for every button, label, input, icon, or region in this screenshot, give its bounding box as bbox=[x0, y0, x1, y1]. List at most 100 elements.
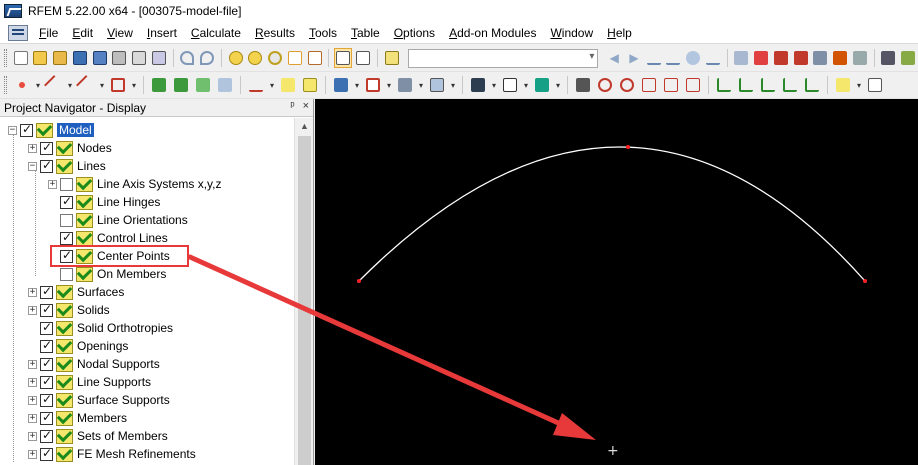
tree-item-members[interactable]: + Members bbox=[28, 409, 127, 427]
line-dropdown[interactable] bbox=[66, 75, 74, 95]
toolbar-grip[interactable] bbox=[4, 76, 7, 94]
expand-icon[interactable]: + bbox=[28, 431, 37, 441]
result-diagram-icon[interactable] bbox=[752, 48, 770, 68]
zoom-window-icon[interactable] bbox=[500, 75, 520, 95]
line-support-icon[interactable] bbox=[171, 75, 191, 95]
select-window-icon[interactable] bbox=[363, 75, 383, 95]
scroll-up-icon[interactable]: ▲ bbox=[295, 118, 314, 135]
checkbox-line-supports[interactable] bbox=[40, 374, 53, 389]
new-line-icon[interactable] bbox=[44, 75, 64, 95]
save-icon[interactable] bbox=[71, 48, 89, 68]
pin-icon[interactable]: ᵖ bbox=[290, 100, 294, 112]
view-x-icon[interactable] bbox=[714, 75, 734, 95]
result-table-icon[interactable] bbox=[772, 48, 790, 68]
tree-item-line-orientations[interactable]: Line Orientations bbox=[48, 211, 188, 229]
view-iso-icon[interactable] bbox=[468, 75, 488, 95]
print-report-icon[interactable] bbox=[130, 48, 148, 68]
tree-item-sets-of-members[interactable]: + Sets of Members bbox=[28, 427, 168, 445]
expand-icon[interactable]: + bbox=[28, 413, 37, 423]
guideline-icon[interactable] bbox=[278, 75, 298, 95]
zoom-all-icon[interactable] bbox=[595, 75, 615, 95]
menu-window[interactable]: Window bbox=[543, 22, 600, 44]
zoom-out-icon[interactable] bbox=[617, 75, 637, 95]
menu-options[interactable]: Options bbox=[387, 22, 442, 44]
checkbox-sets-of-members[interactable] bbox=[40, 428, 53, 443]
new-file-icon[interactable] bbox=[12, 48, 30, 68]
checkbox-surfaces[interactable] bbox=[40, 284, 53, 299]
result-values-icon[interactable] bbox=[286, 48, 304, 68]
view-eye-icon[interactable] bbox=[684, 48, 702, 68]
rotate-view-icon[interactable] bbox=[532, 75, 552, 95]
node-dropdown[interactable] bbox=[34, 75, 42, 95]
view-frame-icon[interactable] bbox=[683, 75, 703, 95]
tree-item-surfaces[interactable]: + Surfaces bbox=[28, 283, 124, 301]
scroll-thumb[interactable] bbox=[298, 136, 311, 465]
menu-add-on-modules[interactable]: Add-on Modules bbox=[442, 22, 543, 44]
tree-item-line-axis-systems-x-y-z[interactable]: + Line Axis Systems x,y,z bbox=[48, 175, 221, 193]
checkbox-model[interactable] bbox=[20, 122, 33, 137]
nodal-support-icon[interactable] bbox=[149, 75, 169, 95]
results-on-off-icon[interactable] bbox=[266, 48, 284, 68]
dimension-dropdown[interactable] bbox=[268, 75, 276, 95]
undo-icon[interactable] bbox=[179, 48, 197, 68]
menu-file[interactable]: File bbox=[32, 22, 65, 44]
navigator-scrollbar[interactable]: ▲ bbox=[294, 118, 313, 465]
new-node-icon[interactable] bbox=[12, 75, 32, 95]
animation-icon[interactable] bbox=[792, 48, 810, 68]
view-minus-x-icon[interactable] bbox=[780, 75, 800, 95]
grid-point-icon[interactable] bbox=[300, 75, 320, 95]
zoom-dropdown[interactable] bbox=[522, 75, 530, 95]
next-load-case-icon[interactable]: ▶ bbox=[625, 48, 643, 68]
filter-icon[interactable] bbox=[573, 75, 593, 95]
move-dropdown[interactable] bbox=[417, 75, 425, 95]
menu-table[interactable]: Table bbox=[344, 22, 387, 44]
show-line-numbers-icon[interactable] bbox=[704, 48, 722, 68]
view-dropdown[interactable] bbox=[490, 75, 498, 95]
tree-item-openings[interactable]: Openings bbox=[28, 337, 128, 355]
checkbox-openings[interactable] bbox=[40, 338, 53, 353]
new-surface-icon[interactable] bbox=[108, 75, 128, 95]
expand-icon[interactable]: + bbox=[28, 143, 37, 153]
expand-icon[interactable]: + bbox=[28, 395, 37, 405]
member-dropdown[interactable] bbox=[98, 75, 106, 95]
view-box-icon[interactable] bbox=[661, 75, 681, 95]
tree-item-nodes[interactable]: + Nodes bbox=[28, 139, 112, 157]
open-folder-icon[interactable] bbox=[32, 48, 50, 68]
tree-item-solids[interactable]: + Solids bbox=[28, 301, 110, 319]
checkbox-line-axis-systems-x-y-z[interactable] bbox=[60, 177, 73, 191]
toolbar-grip[interactable] bbox=[4, 49, 7, 67]
checkbox-control-lines[interactable] bbox=[60, 230, 73, 245]
tree-item-fe-mesh-refinements[interactable]: + FE Mesh Refinements bbox=[28, 445, 196, 463]
tree-item-lines[interactable]: − Lines bbox=[28, 157, 106, 175]
menu-calculate[interactable]: Calculate bbox=[184, 22, 248, 44]
solid-dropdown[interactable] bbox=[449, 75, 457, 95]
view-z-icon[interactable] bbox=[758, 75, 778, 95]
checkbox-on-members[interactable] bbox=[60, 267, 73, 281]
collapse-icon[interactable]: − bbox=[8, 125, 17, 135]
tree-item-line-hinges[interactable]: Line Hinges bbox=[48, 193, 160, 211]
checkbox-line-hinges[interactable] bbox=[60, 194, 73, 209]
menu-insert[interactable]: Insert bbox=[140, 22, 184, 44]
graphics-window[interactable]: + bbox=[315, 99, 918, 465]
checkbox-fe-mesh-refinements[interactable] bbox=[40, 446, 53, 461]
surface-dropdown[interactable] bbox=[130, 75, 138, 95]
view-minus-z-icon[interactable] bbox=[802, 75, 822, 95]
menu-tools[interactable]: Tools bbox=[302, 22, 344, 44]
save-all-icon[interactable] bbox=[91, 48, 109, 68]
view-3d-icon[interactable] bbox=[639, 75, 659, 95]
panel-icon[interactable] bbox=[851, 48, 869, 68]
expand-icon[interactable]: + bbox=[28, 305, 37, 315]
surface-support-icon[interactable] bbox=[193, 75, 213, 95]
load-case-icon[interactable] bbox=[383, 48, 401, 68]
move-copy-icon[interactable] bbox=[395, 75, 415, 95]
eraser-icon[interactable] bbox=[215, 75, 235, 95]
redo-icon[interactable] bbox=[198, 48, 216, 68]
deformation-icon[interactable] bbox=[733, 48, 751, 68]
checkbox-line-orientations[interactable] bbox=[60, 213, 73, 227]
checkbox-lines[interactable] bbox=[40, 158, 53, 173]
render-surfaces-icon[interactable] bbox=[899, 48, 917, 68]
close-icon[interactable]: × bbox=[303, 100, 309, 112]
load-dropdown[interactable] bbox=[353, 75, 361, 95]
print-icon[interactable] bbox=[110, 48, 128, 68]
menu-edit[interactable]: Edit bbox=[65, 22, 100, 44]
